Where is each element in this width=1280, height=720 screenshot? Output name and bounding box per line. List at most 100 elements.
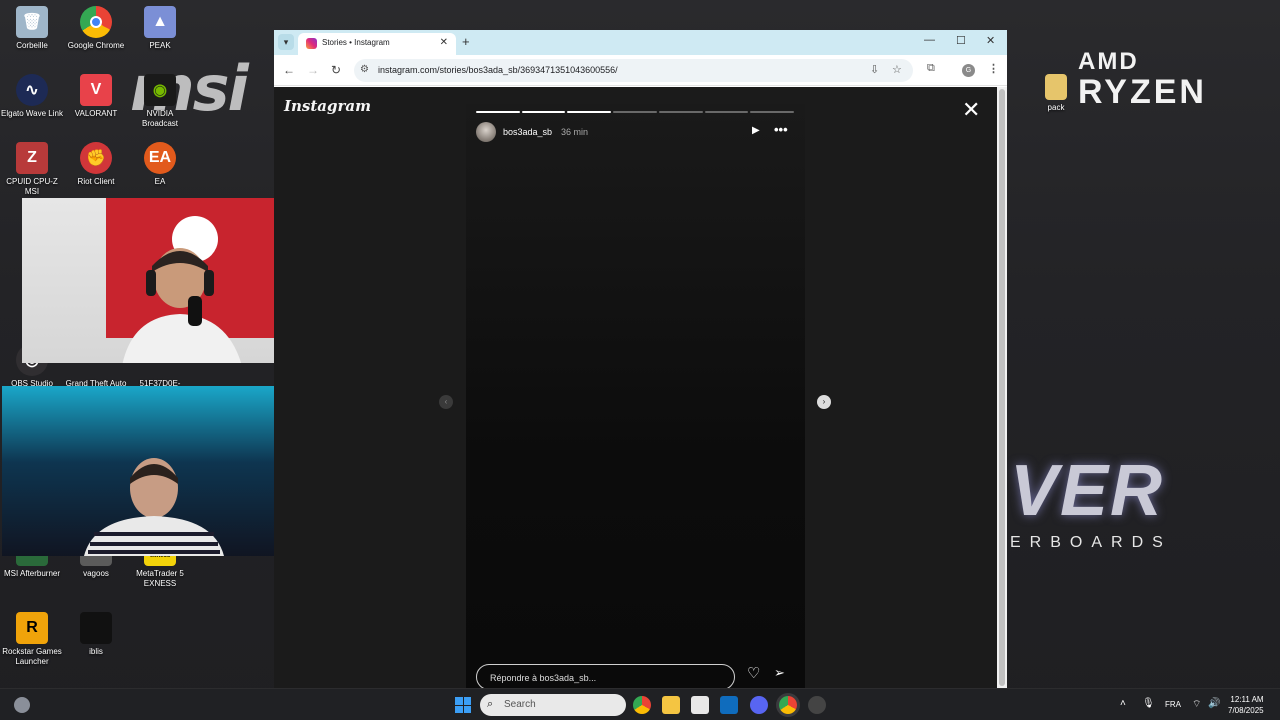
forward-icon[interactable]: → bbox=[307, 63, 319, 77]
file-explorer-icon[interactable] bbox=[662, 696, 680, 714]
reply-placeholder: Répondre à bos3ada_sb... bbox=[490, 673, 597, 683]
progress-segment bbox=[750, 111, 795, 113]
reply-input[interactable]: Répondre à bos3ada_sb... bbox=[476, 664, 735, 688]
search-icon: ⌕ bbox=[487, 698, 494, 710]
system-clock[interactable]: 12:11 AM 7/08/2025 bbox=[1228, 694, 1264, 716]
peak-icon: ▲ bbox=[144, 6, 176, 38]
story-avatar[interactable] bbox=[476, 122, 496, 142]
desktop-icon-riot-client[interactable]: ✊ Riot Client bbox=[64, 142, 128, 187]
desktop-icon-ea[interactable]: EA EA bbox=[128, 142, 192, 187]
address-bar[interactable]: ⚙ instagram.com/stories/bos3ada_sb/36934… bbox=[354, 59, 913, 82]
volume-icon[interactable]: 🔊 bbox=[1208, 698, 1220, 709]
desktop-icon-rockstar[interactable]: R Rockstar Games Launcher bbox=[0, 612, 64, 667]
riot-client-icon: ✊ bbox=[80, 142, 112, 174]
taskbar: ⌕ Search ˄ 🎙 FRA ⌔ 🔊 12:11 AM 7/08/2025 bbox=[0, 688, 1280, 720]
tab-search-icon[interactable]: ▾ bbox=[278, 34, 294, 50]
nvidia-broadcast-icon: ◉ bbox=[144, 74, 176, 106]
browser-menu-icon[interactable]: ⋮ bbox=[988, 62, 999, 75]
chrome-icon bbox=[80, 6, 112, 38]
progress-segment bbox=[567, 111, 612, 113]
browser-window: ▾ Stories • Instagram ✕ + — ☐ ✕ ← → ↻ ⚙ … bbox=[274, 30, 1007, 688]
ryzen-text: RYZEN bbox=[1078, 73, 1207, 111]
amd-ryzen-wallpaper-logo: AMD RYZEN bbox=[1078, 48, 1207, 111]
amd-text: AMD bbox=[1078, 48, 1139, 75]
widgets-icon[interactable] bbox=[14, 697, 30, 713]
minimize-button[interactable]: — bbox=[924, 34, 935, 46]
tray-overflow-icon[interactable]: ˄ bbox=[1120, 698, 1126, 709]
install-app-icon[interactable]: ⇩ bbox=[870, 63, 879, 76]
motherboard-wallpaper-logo: VER ERBOARDS bbox=[1010, 450, 1172, 552]
page-scrollbar[interactable] bbox=[997, 87, 1007, 688]
guest-silhouette bbox=[84, 458, 224, 556]
maximize-button[interactable]: ☐ bbox=[956, 34, 966, 47]
rockstar-icon: R bbox=[16, 612, 48, 644]
extensions-icon[interactable]: ⧉ bbox=[927, 62, 935, 75]
wifi-icon[interactable]: ⌔ bbox=[1192, 698, 1201, 711]
streamer-silhouette bbox=[122, 248, 242, 363]
app-icon[interactable] bbox=[808, 696, 826, 714]
story-viewer[interactable]: bos3ada_sb 36 min ▶ ••• Répondre à bos3a… bbox=[466, 104, 805, 688]
desktop-icon-wave-link[interactable]: ∿ Elgato Wave Link bbox=[0, 74, 64, 119]
instagram-stories-page: Instagram ✕ ‹ › bos3ada_sb 36 min ▶ ••• … bbox=[274, 87, 997, 688]
webcam-overlay-top bbox=[22, 198, 314, 363]
desktop-icon-chrome[interactable]: Google Chrome bbox=[64, 6, 128, 51]
tab-close-icon[interactable]: ✕ bbox=[440, 37, 448, 48]
instagram-favicon bbox=[306, 38, 317, 49]
close-window-button[interactable]: ✕ bbox=[986, 34, 995, 47]
erboards-text: ERBOARDS bbox=[1010, 534, 1172, 551]
progress-segment bbox=[521, 111, 566, 113]
instagram-logo[interactable]: Instagram bbox=[284, 97, 371, 115]
site-info-icon[interactable]: ⚙ bbox=[360, 64, 369, 75]
previous-story-button[interactable]: ‹ bbox=[439, 395, 453, 409]
like-heart-icon[interactable]: ♡ bbox=[747, 664, 760, 682]
cpuz-icon: Z bbox=[16, 142, 48, 174]
more-options-icon[interactable]: ••• bbox=[774, 122, 788, 137]
desktop-icon-valorant[interactable]: V VALORANT bbox=[64, 74, 128, 119]
progress-segment bbox=[658, 111, 703, 113]
microsoft-store-icon[interactable] bbox=[691, 696, 709, 714]
taskbar-chrome-icon[interactable] bbox=[633, 696, 651, 714]
close-stories-icon[interactable]: ✕ bbox=[962, 99, 980, 121]
desktop-icon-nvidia-broadcast[interactable]: ◉ NVIDIA Broadcast bbox=[128, 74, 192, 129]
play-icon[interactable]: ▶ bbox=[752, 125, 760, 136]
send-icon[interactable]: ➢ bbox=[774, 665, 785, 681]
progress-segment bbox=[613, 111, 657, 113]
taskbar-search[interactable]: ⌕ Search bbox=[480, 694, 626, 716]
ver-text: VER bbox=[1010, 451, 1165, 531]
story-timestamp: 36 min bbox=[561, 127, 589, 137]
desktop-icon-pack[interactable]: pack bbox=[1024, 74, 1088, 113]
outlook-icon[interactable] bbox=[720, 696, 738, 714]
clock-date: 7/08/2025 bbox=[1228, 706, 1264, 715]
discord-icon[interactable] bbox=[750, 696, 768, 714]
desktop-icon-iblis[interactable]: iblis bbox=[64, 612, 128, 657]
back-icon[interactable]: ← bbox=[283, 63, 295, 77]
progress-segment bbox=[704, 111, 749, 113]
bookmark-star-icon[interactable]: ☆ bbox=[892, 63, 902, 76]
language-indicator[interactable]: FRA bbox=[1165, 700, 1181, 709]
reload-icon[interactable]: ↻ bbox=[331, 63, 341, 77]
desktop-icon-peak[interactable]: ▲ PEAK bbox=[128, 6, 192, 51]
story-header: bos3ada_sb 36 min ▶ ••• bbox=[476, 122, 794, 142]
desktop-icon-cpuz[interactable]: Z CPUID CPU-Z MSI bbox=[0, 142, 64, 197]
webcam-overlay-bottom bbox=[2, 386, 304, 556]
microphone-icon[interactable]: 🎙 bbox=[1142, 698, 1155, 709]
progress-segment bbox=[476, 111, 520, 113]
iblis-icon bbox=[80, 612, 112, 644]
tab-instagram-stories[interactable]: Stories • Instagram ✕ bbox=[298, 33, 456, 55]
story-username[interactable]: bos3ada_sb bbox=[503, 127, 552, 137]
start-button[interactable] bbox=[455, 697, 471, 713]
valorant-icon: V bbox=[80, 74, 112, 106]
clock-time: 12:11 AM bbox=[1230, 695, 1264, 704]
desktop-icon-corbeille[interactable]: 🗑 Corbeille bbox=[0, 6, 64, 51]
url-text: instagram.com/stories/bos3ada_sb/3693471… bbox=[378, 65, 618, 75]
story-progress-bar bbox=[476, 111, 795, 113]
wave-link-icon: ∿ bbox=[16, 74, 48, 106]
new-tab-button[interactable]: + bbox=[462, 34, 470, 49]
tab-strip: ▾ Stories • Instagram ✕ + — ☐ ✕ bbox=[274, 30, 1007, 55]
browser-toolbar: ← → ↻ ⚙ instagram.com/stories/bos3ada_sb… bbox=[274, 55, 1007, 86]
tab-title: Stories • Instagram bbox=[322, 38, 390, 47]
scrollbar-thumb[interactable] bbox=[999, 89, 1005, 686]
profile-avatar[interactable]: G bbox=[962, 64, 975, 77]
active-chrome-icon[interactable] bbox=[779, 696, 797, 714]
next-story-button[interactable]: › bbox=[817, 395, 831, 409]
